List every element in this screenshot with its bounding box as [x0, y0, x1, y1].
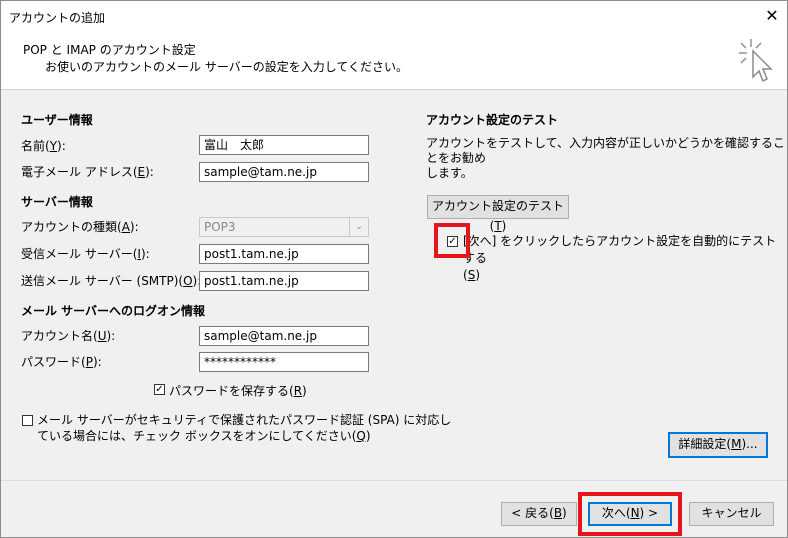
name-field[interactable]: 富山 太郎 [199, 135, 369, 155]
spa-label[interactable]: メール サーバーがセキュリティで保護されたパスワード認証 (SPA) に対応し … [37, 412, 451, 444]
test-description-line2: します。 [426, 166, 473, 180]
test-account-button[interactable]: アカウント設定のテスト(T) [427, 195, 569, 233]
remember-password-checkbox[interactable]: ✓ [154, 384, 165, 395]
test-description-line1: アカウントをテストして、入力内容が正しいかどうかを確認することをお勧め [426, 136, 786, 165]
user-info-heading: ユーザー情報 [21, 113, 93, 127]
cancel-button[interactable]: キャンセル [689, 502, 774, 526]
account-setup-dialog: アカウントの追加 ✕ POP と IMAP のアカウント設定 お使いのアカウント… [0, 0, 788, 538]
test-heading: アカウント設定のテスト [426, 113, 559, 127]
wizard-cursor-icon [739, 39, 773, 83]
email-label: 電子メール アドレス(E): [21, 165, 154, 179]
auto-test-label-line2: (S) [463, 268, 480, 282]
advanced-settings-button[interactable]: 詳細設定(M)... [668, 432, 768, 458]
title-bar: アカウントの追加 ✕ [1, 1, 787, 31]
spa-label-line2: ている場合には、チェック ボックスをオンにしてください(Q) [37, 429, 371, 443]
account-name-label: アカウント名(U): [21, 329, 116, 343]
incoming-server-label: 受信メール サーバー(I): [21, 247, 150, 261]
footer-divider [1, 480, 787, 481]
password-label: パスワード(P): [21, 355, 102, 369]
outgoing-server-field[interactable]: post1.tam.ne.jp [199, 271, 369, 291]
test-description: アカウントをテストして、入力内容が正しいかどうかを確認することをお勧め します。 [426, 136, 787, 181]
auto-test-label[interactable]: [次へ] をクリックしたらアカウント設定を自動的にテストする (S) [463, 233, 787, 284]
back-button[interactable]: < 戻る(B) [501, 502, 577, 526]
header-subtitle: お使いのアカウントのメール サーバーの設定を入力してください。 [45, 60, 408, 74]
password-field[interactable]: ************ [199, 352, 369, 372]
dialog-header: POP と IMAP のアカウント設定 お使いのアカウントのメール サーバーの設… [1, 31, 787, 89]
remember-password-label[interactable]: パスワードを保存する(R) [169, 382, 307, 399]
email-field[interactable]: sample@tam.ne.jp [199, 162, 369, 182]
account-name-field[interactable]: sample@tam.ne.jp [199, 326, 369, 346]
account-type-label: アカウントの種類(A): [21, 220, 139, 234]
server-info-heading: サーバー情報 [21, 195, 93, 209]
close-button[interactable]: ✕ [757, 1, 787, 31]
account-type-select[interactable]: POP3 ⌄ [199, 217, 369, 237]
dialog-body: ユーザー情報 名前(Y): 富山 太郎 電子メール アドレス(E): sampl… [1, 90, 787, 537]
account-type-value: POP3 [204, 220, 236, 234]
header-title: POP と IMAP のアカウント設定 [23, 43, 196, 57]
spa-checkbox[interactable] [22, 415, 33, 426]
window-title: アカウントの追加 [9, 11, 106, 25]
outgoing-server-label: 送信メール サーバー (SMTP)(O): [21, 274, 202, 288]
next-button-highlight [578, 492, 682, 536]
logon-info-heading: メール サーバーへのログオン情報 [21, 304, 206, 318]
spa-label-line1: メール サーバーがセキュリティで保護されたパスワード認証 (SPA) に対応し [37, 413, 452, 427]
auto-test-label-line1: [次へ] をクリックしたらアカウント設定を自動的にテストする [463, 234, 777, 265]
chevron-down-icon: ⌄ [349, 218, 368, 236]
incoming-server-field[interactable]: post1.tam.ne.jp [199, 244, 369, 264]
name-label: 名前(Y): [21, 139, 66, 153]
auto-test-highlight [434, 223, 470, 258]
